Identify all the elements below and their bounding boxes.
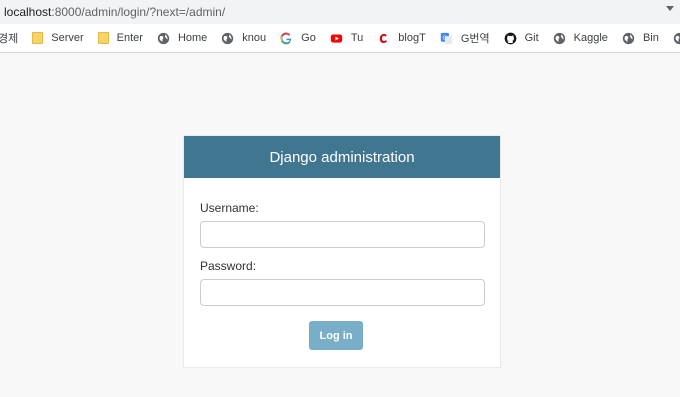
bookmark-knou[interactable]: knou	[215, 27, 272, 49]
bookmark-label: Kaggle	[573, 32, 608, 44]
globe-icon	[553, 32, 565, 44]
bookmark-label: Enter	[116, 32, 143, 44]
login-header: Django administration	[184, 136, 500, 178]
bookmark-dictionary[interactable]: 사전	[667, 27, 680, 49]
address-bar[interactable]: localhost:8000/admin/login/?next=/admin/	[0, 0, 680, 24]
bookmark-translate[interactable]: G G번역	[434, 27, 496, 49]
bookmark-bin[interactable]: Bin	[616, 27, 665, 49]
folder-icon	[32, 32, 44, 44]
bookmark-label: blogT	[398, 32, 426, 44]
github-icon	[504, 32, 516, 44]
bookmark-kaggle[interactable]: Kaggle	[547, 27, 614, 49]
globe-icon	[157, 32, 170, 44]
folder-icon	[97, 32, 109, 44]
page-content: Django administration Username: Password…	[0, 54, 680, 397]
bookmark-label: G번역	[460, 33, 490, 45]
bookmark-server[interactable]: Server	[26, 27, 89, 49]
bookmark-git[interactable]: Git	[498, 27, 545, 49]
bookmark-label: Server	[51, 32, 84, 44]
google-icon	[280, 31, 292, 44]
c-logo-icon	[380, 33, 388, 43]
bookmark-label: Git	[524, 32, 539, 44]
globe-icon	[673, 32, 680, 44]
password-label: Password:	[200, 259, 257, 273]
bookmark-label: Tu	[350, 32, 364, 44]
translate-icon: G	[440, 32, 452, 44]
bookmark-label: knou	[242, 32, 267, 44]
bookmark-youtube[interactable]: Tu	[324, 27, 369, 49]
globe-icon	[622, 32, 635, 44]
bookmark-label: Bin	[642, 32, 659, 44]
username-row: Username:	[200, 201, 486, 248]
password-input[interactable]	[200, 279, 485, 306]
bookmark-home[interactable]: Home	[151, 27, 213, 49]
bookmark-label: Go	[301, 32, 316, 44]
svg-text:G: G	[442, 35, 446, 41]
youtube-icon	[330, 33, 343, 43]
username-input[interactable]	[200, 221, 485, 248]
url-host: localhost	[4, 5, 52, 19]
globe-icon	[222, 32, 234, 44]
bookmark-google[interactable]: Go	[274, 27, 322, 49]
bookmark-label: 경제	[0, 33, 19, 45]
site-title: Django administration	[269, 148, 415, 166]
password-row: Password:	[200, 259, 486, 306]
chevron-down-icon[interactable]	[666, 6, 674, 11]
bookmark-enter[interactable]: Enter	[92, 27, 149, 49]
bookmark-blog[interactable]: blogT	[371, 27, 432, 49]
login-button[interactable]: Log in	[309, 321, 363, 350]
bookmarks-bar: 경제 Server Enter Home knou Go Tu blogT G …	[0, 24, 680, 53]
username-label: Username:	[200, 201, 259, 215]
bookmark-economy[interactable]: 경제	[0, 27, 24, 49]
login-form: Django administration Username: Password…	[183, 135, 501, 368]
bookmark-label: Home	[177, 32, 208, 44]
url-path: :8000/admin/login/?next=/admin/	[51, 5, 226, 19]
